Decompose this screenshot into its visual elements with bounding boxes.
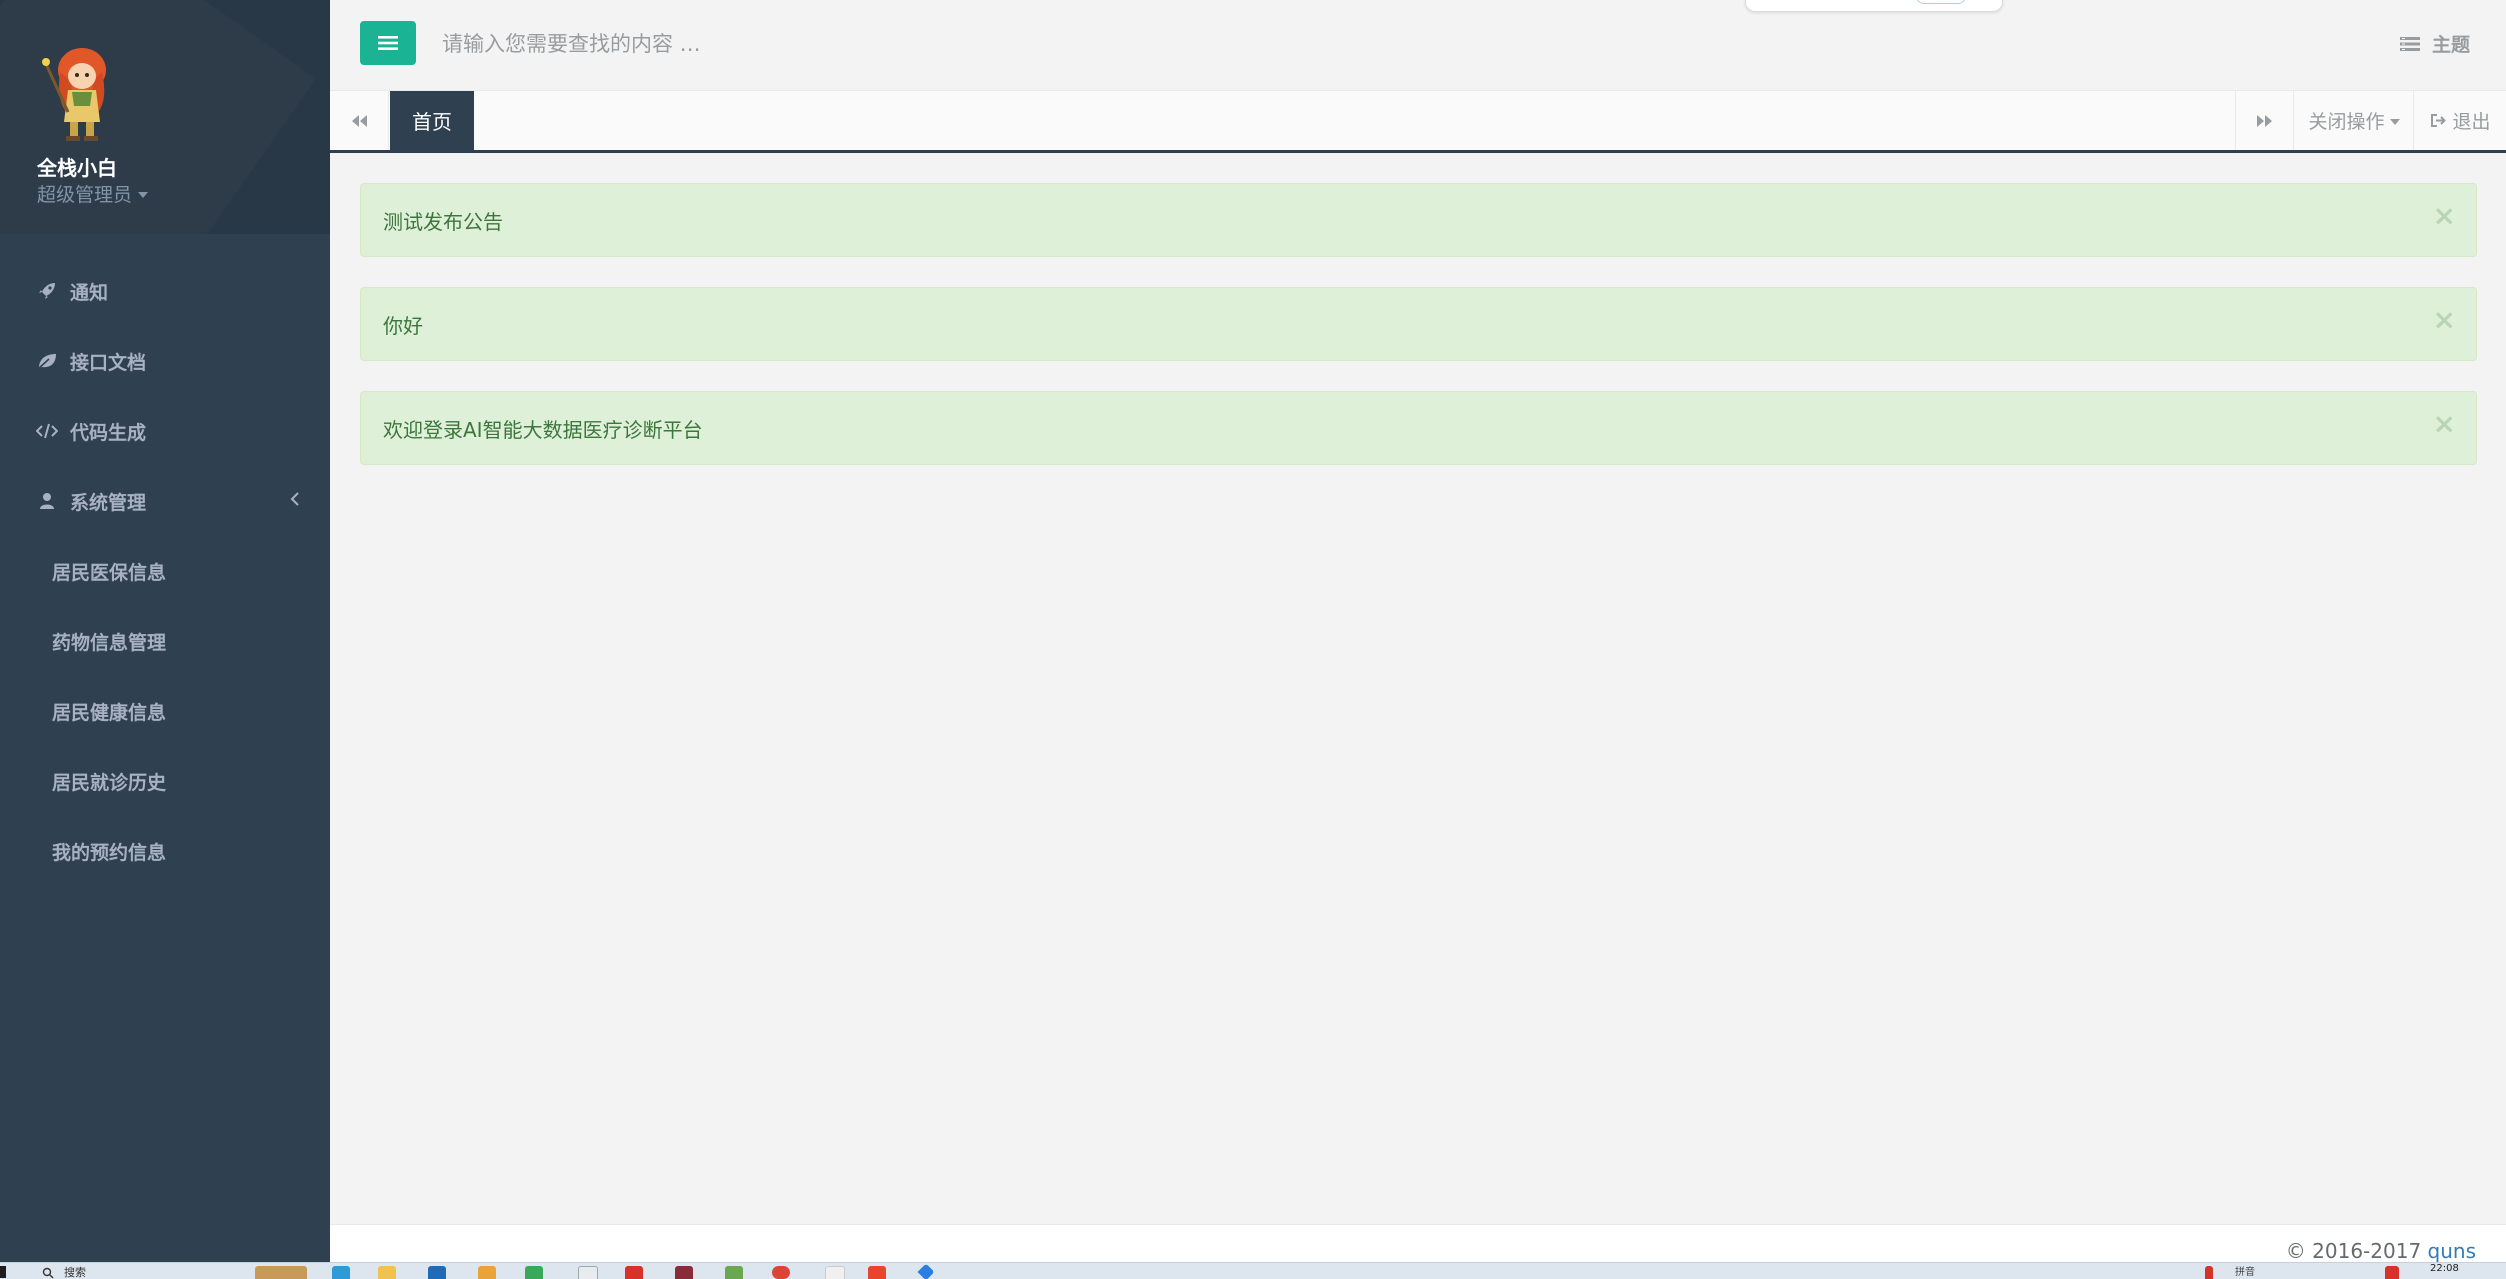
notice-list: 测试发布公告 × 你好 × 欢迎登录AI智能大数据医疗诊断平台 × bbox=[360, 183, 2477, 495]
side-menu: 通知 接口文档 代码生成 系统管理 居民医保信息 药物信息管理 居民健康信息 居… bbox=[0, 256, 330, 886]
avatar[interactable] bbox=[38, 42, 124, 142]
notice-alert: 你好 × bbox=[360, 287, 2477, 361]
taskbar-chrome-icon[interactable] bbox=[772, 1266, 790, 1279]
taskbar-app-icon[interactable] bbox=[478, 1266, 496, 1279]
sidebar-toggle-button[interactable] bbox=[360, 21, 416, 65]
taskbar-app-icon[interactable] bbox=[725, 1266, 743, 1279]
floating-widget-toggle[interactable] bbox=[1916, 0, 1966, 4]
start-button[interactable] bbox=[0, 1266, 6, 1278]
chevron-left-icon bbox=[290, 492, 299, 506]
tray-app-icon[interactable] bbox=[2205, 1266, 2213, 1279]
sidebar-subitem-visit-history[interactable]: 居民就诊历史 bbox=[0, 746, 330, 816]
sign-out-icon bbox=[2431, 114, 2447, 127]
author-link[interactable]: quns bbox=[2428, 1239, 2476, 1263]
taskbar-app-icon[interactable] bbox=[825, 1266, 845, 1279]
forward-icon bbox=[2257, 114, 2272, 127]
taskbar-widget-icon[interactable] bbox=[255, 1266, 307, 1279]
sidebar-subitem-label: 我的预约信息 bbox=[52, 841, 167, 864]
user-role-label: 超级管理员 bbox=[37, 184, 133, 206]
notice-text: 欢迎登录AI智能大数据医疗诊断平台 bbox=[383, 417, 703, 442]
profile-header: 全栈小白 超级管理员 bbox=[0, 0, 330, 234]
close-icon[interactable]: × bbox=[2433, 306, 2456, 334]
copyright-text: © 2016-2017 bbox=[2285, 1239, 2428, 1263]
tab-label: 首页 bbox=[412, 110, 452, 134]
tray-status-icons[interactable] bbox=[2290, 1266, 2350, 1279]
tab-home[interactable]: 首页 bbox=[390, 91, 474, 150]
sidebar-subitem-label: 居民健康信息 bbox=[52, 701, 167, 724]
floating-widget-edge bbox=[1745, 0, 2003, 12]
rocket-icon bbox=[36, 280, 58, 302]
sidebar-item-label: 通知 bbox=[70, 281, 109, 304]
sidebar-subitem-insurance[interactable]: 居民医保信息 bbox=[0, 536, 330, 606]
notice-text: 你好 bbox=[383, 313, 423, 338]
tray-app-icon[interactable] bbox=[2385, 1266, 2399, 1279]
sidebar-item-label: 代码生成 bbox=[70, 421, 147, 444]
taskbar-folder-icon[interactable] bbox=[378, 1266, 396, 1279]
sidebar-item-system[interactable]: 系统管理 bbox=[0, 466, 330, 536]
taskbar-app-icon[interactable] bbox=[917, 1263, 935, 1279]
top-navbar: 主题 bbox=[330, 0, 2506, 91]
tab-scroll-left-button[interactable] bbox=[330, 91, 389, 150]
code-icon bbox=[36, 420, 58, 442]
sidebar-item-api-docs[interactable]: 接口文档 bbox=[0, 326, 330, 396]
os-taskbar: 搜索 拼音 22:08 bbox=[0, 1262, 2506, 1279]
notice-text: 测试发布公告 bbox=[383, 209, 503, 234]
footer-copyright: © 2016-2017 quns bbox=[2286, 1239, 2476, 1263]
search-input[interactable] bbox=[440, 22, 1144, 66]
taskbar-search-text[interactable]: 搜索 bbox=[64, 1266, 86, 1279]
footer: © 2016-2017 quns bbox=[330, 1224, 2506, 1265]
sidebar-item-code-gen[interactable]: 代码生成 bbox=[0, 396, 330, 466]
backward-icon bbox=[352, 114, 367, 127]
taskbar-wechat-icon[interactable] bbox=[525, 1266, 543, 1279]
notice-alert: 欢迎登录AI智能大数据医疗诊断平台 × bbox=[360, 391, 2477, 465]
caret-down-icon bbox=[2389, 118, 2400, 125]
sidebar-subitem-appointments[interactable]: 我的预约信息 bbox=[0, 816, 330, 886]
taskbar-clock[interactable]: 22:08 bbox=[2430, 1263, 2459, 1274]
hamburger-icon bbox=[378, 36, 398, 50]
close-icon[interactable]: × bbox=[2433, 410, 2456, 438]
taskbar-edge-icon[interactable] bbox=[332, 1266, 350, 1279]
tab-scroll-right-button[interactable] bbox=[2235, 91, 2294, 150]
taskbar-search-icon bbox=[42, 1267, 54, 1279]
theme-button[interactable]: 主题 bbox=[2399, 30, 2470, 57]
user-icon bbox=[36, 490, 58, 512]
close-operations-dropdown[interactable]: 关闭操作 bbox=[2293, 91, 2414, 150]
logout-button[interactable]: 退出 bbox=[2413, 91, 2506, 150]
sidebar-subitem-label: 药物信息管理 bbox=[52, 631, 167, 654]
notice-alert: 测试发布公告 × bbox=[360, 183, 2477, 257]
sidebar-item-label: 系统管理 bbox=[70, 491, 147, 514]
theme-list-icon bbox=[2399, 36, 2420, 51]
leaf-icon bbox=[36, 350, 58, 372]
sidebar-item-label: 接口文档 bbox=[70, 351, 147, 374]
close-icon[interactable]: × bbox=[2433, 202, 2456, 230]
theme-label: 主题 bbox=[2431, 34, 2470, 56]
logout-label: 退出 bbox=[2452, 111, 2491, 133]
sidebar-subitem-health[interactable]: 居民健康信息 bbox=[0, 676, 330, 746]
sidebar-item-notices[interactable]: 通知 bbox=[0, 256, 330, 326]
taskbar-notepad-icon[interactable] bbox=[578, 1266, 598, 1279]
sidebar: 全栈小白 超级管理员 通知 接口文档 代码生成 系统管理 居民医保信息 药物信息… bbox=[0, 0, 330, 1262]
close-operations-label: 关闭操作 bbox=[2308, 111, 2385, 133]
sidebar-subitem-drugs[interactable]: 药物信息管理 bbox=[0, 606, 330, 676]
ime-indicator[interactable]: 拼音 bbox=[2235, 1267, 2255, 1279]
user-name: 全栈小白 bbox=[37, 156, 117, 180]
tab-bar: 首页 关闭操作 退出 bbox=[330, 91, 2506, 153]
taskbar-app-icon[interactable] bbox=[868, 1266, 886, 1279]
sidebar-subitem-label: 居民医保信息 bbox=[52, 561, 167, 584]
taskbar-mail-icon[interactable] bbox=[428, 1266, 446, 1279]
caret-down-icon bbox=[138, 191, 149, 198]
taskbar-app-icon[interactable] bbox=[675, 1266, 693, 1279]
user-role-dropdown[interactable]: 超级管理员 bbox=[37, 180, 149, 207]
taskbar-app-icon[interactable] bbox=[625, 1266, 643, 1279]
sidebar-subitem-label: 居民就诊历史 bbox=[52, 771, 167, 794]
